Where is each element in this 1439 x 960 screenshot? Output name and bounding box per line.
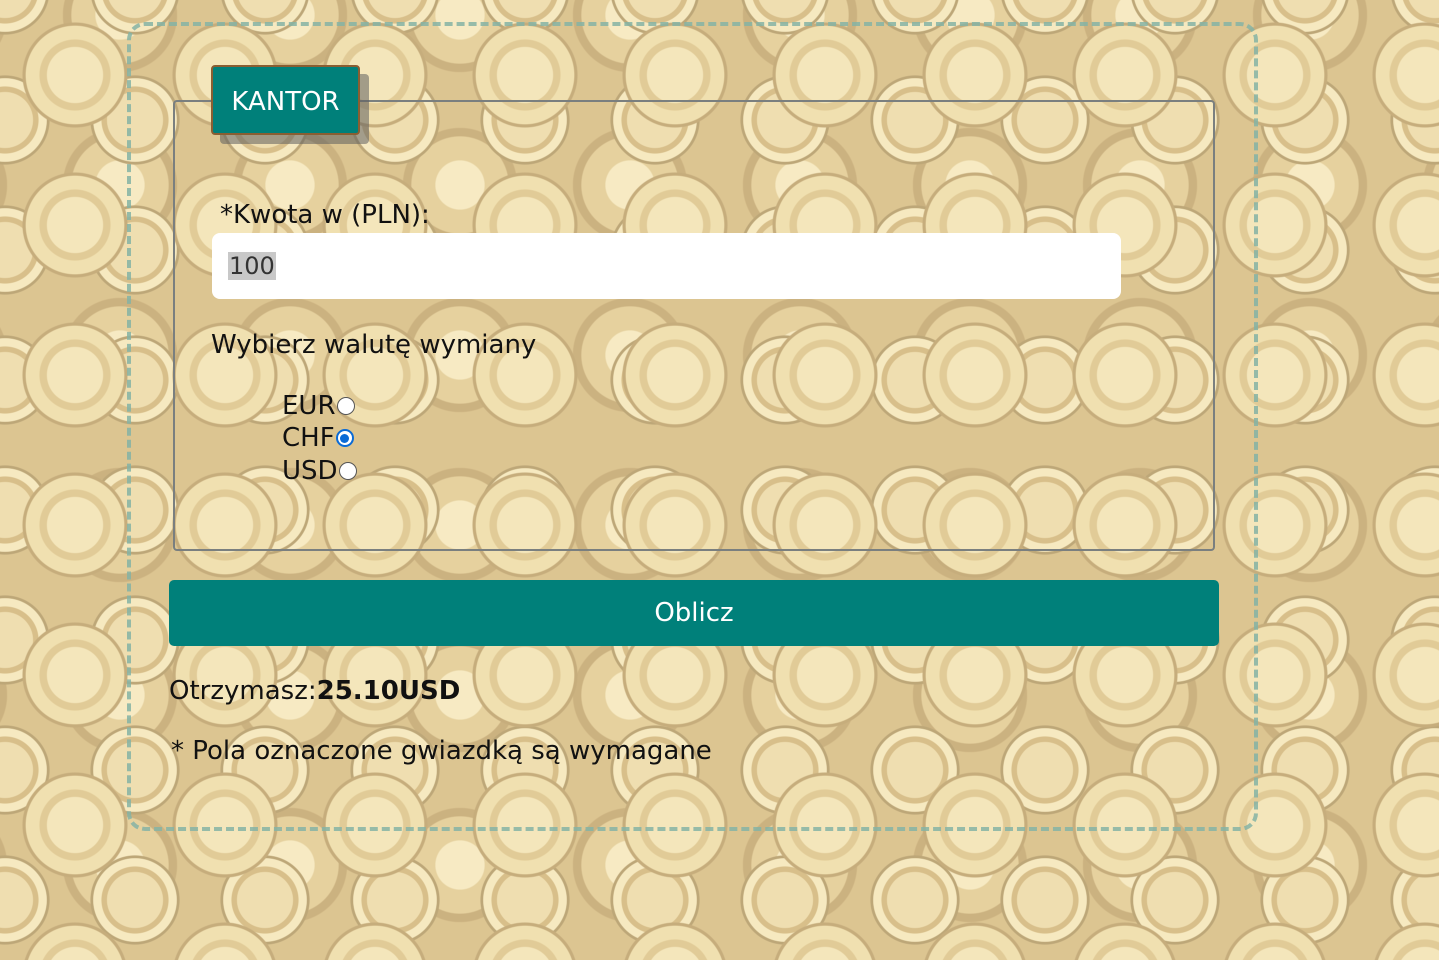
- calculate-button[interactable]: Oblicz: [169, 580, 1219, 646]
- radio-button-eur[interactable]: [336, 397, 355, 415]
- radio-label-chf: CHF: [282, 423, 335, 453]
- result-prefix: Otrzymasz:: [169, 676, 317, 706]
- form-legend: KANTOR: [211, 65, 360, 135]
- amount-value: 100: [228, 252, 276, 280]
- radio-button-chf[interactable]: [335, 429, 354, 447]
- amount-input[interactable]: 100: [212, 233, 1121, 299]
- currency-heading: Wybierz walutę wymiany: [211, 330, 537, 360]
- result-value: 25.10USD: [316, 676, 461, 706]
- amount-label: *Kwota w (PLN):: [220, 200, 430, 230]
- radio-label-eur: EUR: [282, 391, 336, 421]
- radio-option-usd[interactable]: USD: [282, 455, 357, 487]
- radio-option-eur[interactable]: EUR: [282, 390, 355, 422]
- radio-label-usd: USD: [282, 456, 338, 486]
- radio-option-chf[interactable]: CHF: [282, 422, 354, 454]
- result-text: Otrzymasz:25.10USD: [169, 676, 460, 706]
- radio-button-usd[interactable]: [338, 462, 357, 480]
- required-fields-note: * Pola oznaczone gwiazdką są wymagane: [171, 736, 712, 766]
